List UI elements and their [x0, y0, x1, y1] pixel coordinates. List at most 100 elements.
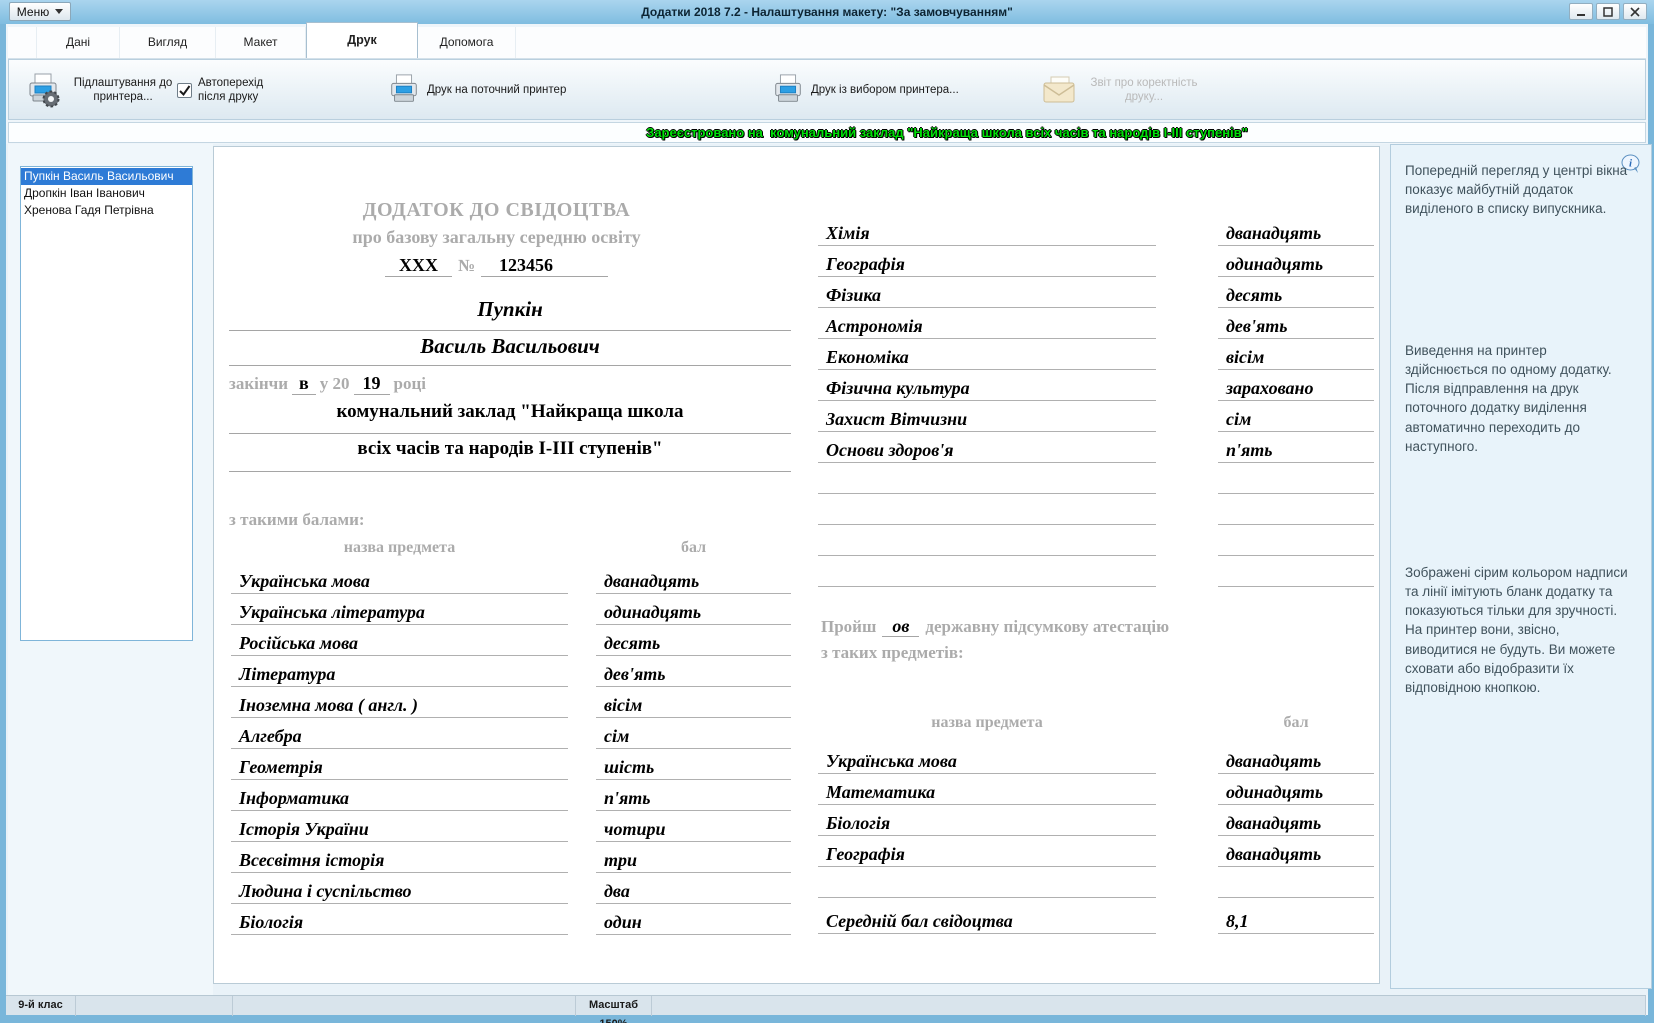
subject-grade: дев'ять — [596, 664, 791, 687]
subject-name: Література — [231, 664, 568, 687]
auto-advance-checkbox[interactable] — [177, 83, 192, 98]
print-current-button[interactable]: Друк на поточний принтер — [387, 64, 566, 116]
student-list: Пупкін Василь ВасильовичДропкін Іван Іва… — [20, 166, 193, 641]
tab[interactable]: Макет — [216, 27, 306, 58]
certificate-subtitle: про базову загальну середню освіту — [229, 227, 764, 248]
subject-grade: вісім — [1218, 347, 1374, 370]
help-paragraph: Попередній перегляд у центрі вікна показ… — [1405, 161, 1629, 218]
certificate-header: ДОДАТОК ДО СВІДОЦТВА про базову загальну… — [229, 199, 764, 276]
subject-grade: одинадцять — [596, 602, 791, 625]
status-cell-empty — [76, 996, 233, 1016]
student-given-names: Василь Васильович — [229, 334, 791, 366]
left-column-headers: назва предмета бал — [231, 539, 791, 557]
student-list-item[interactable]: Дропкін Іван Іванович — [21, 185, 192, 202]
subject-grade: дванадцять — [1218, 751, 1374, 774]
print-report-button[interactable]: Звіт про коректність друку... — [1041, 64, 1209, 116]
subject-grade: дванадцять — [1218, 813, 1374, 836]
subject-name: Фізика — [818, 285, 1156, 308]
status-bar: 9-й клас Масштаб 150% — [6, 995, 1646, 1015]
close-icon — [1630, 7, 1640, 17]
student-list-item[interactable]: Пупкін Василь Васильович — [21, 168, 192, 185]
dpa-line1: Пройшов державну підсумкову атестацію — [821, 613, 1373, 640]
subject-grade: одинадцять — [1218, 782, 1374, 805]
printer-icon — [771, 73, 805, 107]
subject-row: Географія одинадцять — [818, 246, 1374, 277]
dpa-line2: з таких предметів: — [821, 640, 1373, 666]
subject-row: Основи здоров'я п'ять — [818, 432, 1374, 463]
certificate-preview: ДОДАТОК ДО СВІДОЦТВА про базову загальну… — [213, 146, 1380, 984]
auto-advance-label: Автоперехід після друку — [198, 76, 276, 105]
subject-row: Біологія дванадцять — [818, 805, 1374, 836]
subject-grade: одинадцять — [1218, 254, 1374, 277]
help-panel: i Попередній перегляд у центрі вікна пок… — [1390, 144, 1652, 989]
subject-row: Математика одинадцять — [818, 774, 1374, 805]
subjects-table-left: Українська мова дванадцять Українська лі… — [231, 563, 791, 935]
check-icon — [178, 84, 191, 97]
status-cell-empty — [233, 996, 576, 1016]
subject-grade: сім — [1218, 409, 1374, 432]
year-value: 19 — [354, 373, 390, 395]
subject-row: Інформатика п'ять — [231, 780, 791, 811]
average-value: 8,1 — [1218, 911, 1374, 934]
subject-grade: вісім — [596, 695, 791, 718]
tab[interactable]: Дані — [36, 27, 120, 58]
subject-row: Захист Вітчизни сім — [818, 401, 1374, 432]
subject-row: Людина і суспільство два — [231, 873, 791, 904]
certificate-number-row: XXX№123456 — [229, 255, 764, 276]
print-choose-button[interactable]: Друк із вибором принтера... — [771, 64, 959, 116]
number-sign: № — [452, 256, 481, 275]
dpa-ending: ов — [882, 616, 919, 637]
certificate-series: XXX — [385, 255, 452, 277]
minimize-icon — [1576, 7, 1586, 17]
subject-grade: чотири — [596, 819, 791, 842]
subject-row: Фізика десять — [818, 277, 1374, 308]
subject-row: Українська мова дванадцять — [818, 743, 1374, 774]
fit-to-printer-label: Підлаштування до принтера... — [67, 76, 179, 105]
subject-name: Інформатика — [231, 788, 568, 811]
window-controls — [1569, 3, 1647, 20]
year-prefix: у 20 — [320, 374, 350, 393]
tab[interactable]: Вигляд — [120, 27, 216, 58]
subject-row: Література дев'ять — [231, 656, 791, 687]
minimize-button[interactable] — [1569, 3, 1593, 20]
subject-name: Українська література — [231, 602, 568, 625]
subject-name: Географія — [818, 844, 1156, 867]
menu-button[interactable]: Меню — [9, 2, 71, 21]
subject-name: Геометрія — [231, 757, 568, 780]
subject-name: Біологія — [231, 912, 568, 935]
dpa-suffix: державну підсумкову атестацію — [925, 617, 1169, 636]
empty-form-rows — [818, 463, 1374, 587]
dpa-intro: Пройшов державну підсумкову атестацію з т… — [821, 613, 1373, 666]
subject-grade: п'ять — [596, 788, 791, 811]
school-name-line1: комунальний заклад "Найкраща школа — [229, 401, 791, 434]
student-list-pane: Пупкін Василь ВасильовичДропкін Іван Іва… — [8, 144, 213, 995]
close-button[interactable] — [1623, 3, 1647, 20]
toolbar: Підлаштування до принтера... Автоперехід… — [8, 59, 1646, 120]
subject-grade: десять — [596, 633, 791, 656]
year-suffix: році — [394, 374, 426, 393]
dpa-prefix: Пройш — [821, 617, 876, 636]
school-name-line2: всіх часів та народів І-ІІІ ступенів" — [229, 438, 791, 472]
main-area: Пупкін Василь ВасильовичДропкін Іван Іва… — [6, 144, 1648, 995]
title-bar: Додатки 2018 7.2 - Налаштування макету: … — [0, 0, 1654, 24]
subject-name: Астрономія — [818, 316, 1156, 339]
finished-prefix: закінчи — [229, 374, 288, 393]
status-class: 9-й клас — [6, 996, 76, 1016]
average-grade-row: Середній бал свідоцтва 8,1 — [818, 898, 1374, 934]
average-label: Середній бал свідоцтва — [818, 911, 1156, 934]
tab[interactable]: Друк — [306, 22, 418, 58]
print-choose-label: Друк із вибором принтера... — [811, 83, 959, 97]
subject-name: Хімія — [818, 223, 1156, 246]
subject-name: Географія — [818, 254, 1156, 277]
tab[interactable]: Допомога — [418, 27, 516, 58]
student-list-item[interactable]: Хренова Гадя Петрівна — [21, 202, 192, 219]
subject-row: Геометрія шість — [231, 749, 791, 780]
auto-advance-option: Автоперехід після друку — [177, 64, 287, 116]
subject-row: Українська література одинадцять — [231, 594, 791, 625]
certificate-title: ДОДАТОК ДО СВІДОЦТВА — [229, 199, 764, 222]
subject-row: Фізична культура зараховано — [818, 370, 1374, 401]
help-paragraph: Зображені сірим кольором надписи та ліні… — [1405, 563, 1629, 697]
maximize-button[interactable] — [1596, 3, 1620, 20]
subject-row: Іноземна мова ( англ. ) вісім — [231, 687, 791, 718]
fit-to-printer-button[interactable]: Підлаштування до принтера... — [25, 64, 193, 116]
